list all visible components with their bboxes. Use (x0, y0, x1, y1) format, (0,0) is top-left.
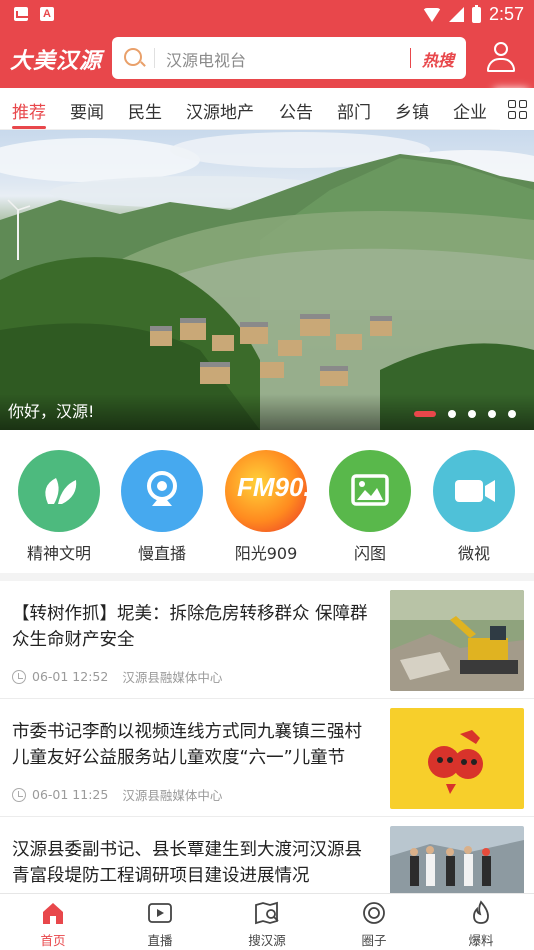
tab-departments[interactable]: 部门 (337, 98, 371, 123)
quick-entry-micro-video[interactable]: 微视 (432, 450, 516, 564)
quick-entry-label: 微视 (457, 544, 490, 563)
hot-search-button[interactable]: 热搜 (422, 47, 454, 71)
news-meta: 06-01 11:25 汉源县融媒体中心 (12, 785, 222, 804)
image-icon (329, 450, 411, 532)
news-thumbnail (390, 826, 524, 896)
radio-logo-text: FM90.9 (237, 472, 307, 502)
quick-entry-label: 阳光909 (234, 544, 298, 563)
play-icon (147, 900, 173, 926)
news-source: 汉源县融媒体中心 (122, 788, 223, 803)
tab-enterprises[interactable]: 企业 (453, 98, 487, 123)
video-camera-icon (433, 450, 515, 532)
news-thumbnail (390, 708, 524, 809)
wifi-icon (422, 7, 441, 22)
app-notification-icon: A (40, 7, 54, 21)
news-title: 汉源县委副书记、县长覃建生到大渡河汉源县青富段堤防工程调研项目建设进展情况 (12, 840, 362, 886)
tab-towns[interactable]: 乡镇 (395, 98, 429, 123)
quick-entries: 精神文明 慢直播 FM90.9 阳光909 闪图 (0, 430, 534, 573)
quick-entry-flash-pics[interactable]: 闪图 (328, 450, 412, 564)
banner-image (0, 132, 534, 430)
carousel-indicator (414, 410, 516, 418)
clock-icon (12, 787, 26, 802)
app-header: 大美汉源 汉源电视台 热搜 (0, 30, 534, 88)
tab-livelihood[interactable]: 民生 (128, 98, 162, 123)
nav-circle[interactable]: 圈子 (329, 900, 419, 949)
app-logo: 大美汉源 (10, 48, 103, 74)
section-divider (0, 573, 534, 581)
tab-real-estate[interactable]: 汉源地产 (186, 98, 254, 123)
map-search-icon (254, 900, 280, 926)
bottom-navigation: 首页 直播 搜汉源 圈子 爆料 (0, 893, 534, 950)
nav-label: 首页 (40, 933, 66, 948)
nav-live[interactable]: 直播 (115, 900, 205, 949)
search-icon (124, 48, 142, 66)
news-source: 汉源县融媒体中心 (122, 670, 223, 685)
active-tab-indicator (12, 126, 46, 129)
news-time: 06-01 12:52 (32, 669, 109, 684)
tab-grid-icon[interactable] (500, 88, 534, 130)
circle-community-icon (361, 900, 387, 926)
fire-icon (468, 900, 494, 926)
quick-entry-radio[interactable]: FM90.9 阳光909 (224, 450, 326, 564)
quick-entry-label: 精神文明 (26, 544, 91, 563)
status-time: 2:57 (488, 4, 524, 24)
search-placeholder: 汉源电视台 (166, 51, 247, 70)
news-time: 06-01 11:25 (32, 787, 109, 802)
mail-notification-icon (14, 7, 30, 21)
news-item[interactable]: 汉源县委副书记、县长覃建生到大渡河汉源县青富段堤防工程调研项目建设进展情况 (0, 817, 534, 897)
quick-entry-label: 慢直播 (137, 544, 186, 563)
signal-icon (448, 7, 464, 22)
banner-carousel[interactable]: 你好，汉源! (0, 130, 534, 430)
news-item[interactable]: 【转树作抓】坭美：拆除危房转移群众 保障群众生命财产安全 06-01 12:52… (0, 581, 534, 699)
user-icon[interactable] (486, 42, 516, 74)
news-thumbnail (390, 590, 524, 691)
nav-label: 圈子 (361, 933, 387, 948)
battery-icon (471, 4, 481, 23)
quick-entry-civilization[interactable]: 精神文明 (17, 450, 101, 564)
nav-tips[interactable]: 爆料 (436, 900, 526, 949)
quick-entry-label: 闪图 (353, 544, 386, 563)
quick-entry-slow-live[interactable]: 慢直播 (120, 450, 204, 564)
status-bar: A 2:57 (0, 0, 534, 30)
nav-search-hanyuan[interactable]: 搜汉源 (222, 900, 312, 949)
home-icon (40, 900, 66, 926)
news-item[interactable]: 市委书记李酌以视频连线方式同九襄镇三强村儿童友好公益服务站儿童欢度“六一”儿童节… (0, 699, 534, 817)
nav-label: 直播 (147, 933, 173, 948)
tab-headlines[interactable]: 要闻 (70, 98, 104, 123)
leaf-icon (18, 450, 100, 532)
webcam-icon (121, 450, 203, 532)
news-title: 【转树作抓】坭美：拆除危房转移群众 保障群众生命财产安全 (12, 604, 368, 650)
search-bar[interactable]: 汉源电视台 热搜 (112, 37, 466, 79)
tab-announcements[interactable]: 公告 (279, 98, 313, 123)
tab-recommend[interactable]: 推荐 (12, 98, 46, 123)
nav-home[interactable]: 首页 (8, 900, 98, 949)
clock-icon (12, 669, 26, 684)
category-tabs: 推荐 要闻 民生 汉源地产 公告 部门 乡镇 企业 (0, 88, 534, 130)
news-title: 市委书记李酌以视频连线方式同九襄镇三强村儿童友好公益服务站儿童欢度“六一”儿童节 (12, 722, 362, 768)
nav-label: 搜汉源 (248, 933, 286, 948)
banner-caption: 你好，汉源! (8, 402, 95, 421)
radio-fm-logo: FM90.9 (225, 450, 326, 532)
news-meta: 06-01 12:52 汉源县融媒体中心 (12, 667, 222, 686)
nav-label: 爆料 (468, 933, 494, 948)
